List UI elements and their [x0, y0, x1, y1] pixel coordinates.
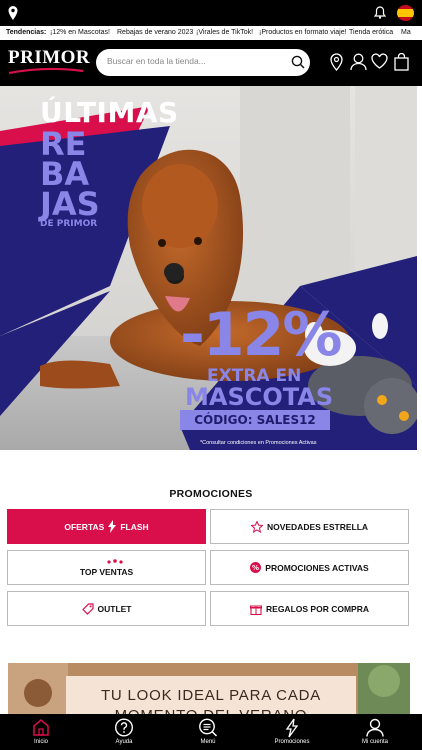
trend-link[interactable]: Rebajas de verano 2023 — [117, 26, 193, 40]
bottom-navigation: Inicio Ayuda Menú Promociones Mi cuenta — [0, 714, 422, 750]
trends-strip: Tendencias: ¡12% en Mascotas! Rebajas de… — [0, 26, 422, 40]
percent-icon: % — [250, 562, 262, 573]
summer-look-banner[interactable]: TU LOOK IDEAL PARA CADA MOMENTO DEL VERA… — [8, 663, 410, 718]
account-icon[interactable] — [350, 53, 367, 71]
top-status-bar — [0, 0, 422, 26]
home-icon — [33, 719, 49, 736]
summer-line1: TU LOOK IDEAL PARA CADA — [100, 687, 322, 704]
logo-swoosh — [8, 67, 84, 75]
location-pin-icon[interactable] — [8, 6, 18, 20]
nav-menu-label: Menú — [200, 739, 216, 745]
trend-link[interactable]: ¡Virales de TikTok! — [196, 26, 253, 40]
hero-line2: MASCOTAS — [185, 383, 334, 411]
gifts-with-purchase-button[interactable]: REGALOS POR COMPRA — [210, 591, 409, 626]
spain-flag-icon[interactable] — [397, 5, 414, 21]
hero-note: *Consultar condiciones en Promociones Ac… — [200, 440, 317, 446]
search-input[interactable]: Buscar en toda la tienda... — [107, 56, 206, 66]
gift-icon — [250, 605, 263, 615]
store-locator-icon[interactable] — [330, 53, 343, 71]
logo-text: PRIMOR — [8, 47, 91, 68]
flash-icon — [285, 718, 299, 738]
nav-account[interactable]: Mi cuenta — [340, 714, 410, 750]
nav-home[interactable]: Inicio — [6, 714, 76, 750]
nav-menu[interactable]: Menú — [173, 714, 243, 750]
search-icon[interactable] — [291, 55, 305, 69]
star-news-label: NOVEDADES ESTRELLA — [266, 521, 369, 532]
nav-home-label: Inicio — [33, 739, 48, 745]
outlet-button[interactable]: OUTLET — [7, 591, 206, 626]
nav-promotions-label: Promociones — [274, 739, 310, 745]
flash-offers-label-2: FLASH — [120, 521, 149, 532]
nav-promotions[interactable]: Promociones — [257, 714, 327, 750]
cart-icon[interactable] — [394, 53, 409, 71]
wishlist-icon[interactable] — [371, 53, 388, 69]
flash-offers-button[interactable]: OFERTAS FLASH — [7, 509, 206, 544]
top-sales-button[interactable]: TOP VENTAS — [7, 550, 206, 585]
site-header: PRIMOR Buscar en toda la tienda... — [0, 40, 422, 86]
trend-link[interactable]: Ma — [401, 26, 411, 40]
nav-help[interactable]: Ayuda — [89, 714, 159, 750]
nav-account-label: Mi cuenta — [361, 739, 388, 745]
user-icon — [366, 718, 384, 737]
flash-icon — [108, 520, 117, 533]
trend-link[interactable]: ¡Productos en formato viaje! — [259, 26, 347, 40]
hero-title-line: JAS — [40, 185, 100, 223]
trend-link[interactable]: Tienda erótica — [349, 26, 393, 40]
stars-icon — [107, 559, 123, 564]
promotions-title: PROMOCIONES — [169, 488, 253, 500]
active-promotions-label: PROMOCIONES ACTIVAS — [265, 562, 369, 573]
promo-code: CÓDIGO: SALES12 — [180, 410, 330, 430]
trend-link[interactable]: ¡12% en Mascotas! — [50, 26, 110, 40]
active-promotions-button[interactable]: % PROMOCIONES ACTIVAS — [210, 550, 409, 585]
star-icon — [250, 520, 263, 533]
trends-label: Tendencias: — [6, 29, 47, 36]
bell-icon[interactable] — [374, 6, 386, 19]
top-sales-label: TOP VENTAS — [79, 566, 134, 577]
menu-search-icon — [199, 718, 218, 737]
outlet-label: OUTLET — [97, 603, 132, 614]
hero-subtitle: DE PRIMOR — [40, 219, 98, 229]
hero-banner[interactable]: ÚLTIMAS RE BA JAS DE PRIMOR -12% EXTRA E… — [0, 86, 417, 450]
search-bar[interactable]: Buscar en toda la tienda... — [96, 49, 310, 76]
nav-help-label: Ayuda — [115, 739, 133, 745]
star-news-button[interactable]: NOVEDADES ESTRELLA — [210, 509, 409, 544]
flash-offers-label: OFERTAS — [64, 521, 105, 532]
gifts-label: REGALOS POR COMPRA — [266, 603, 369, 614]
tag-icon — [81, 602, 94, 615]
hero-discount: -12% — [180, 300, 343, 370]
summer-banner-card: TU LOOK IDEAL PARA CADA MOMENTO DEL VERA… — [66, 676, 356, 718]
svg-text:%: % — [252, 564, 259, 572]
primor-logo[interactable]: PRIMOR — [8, 47, 90, 77]
help-icon — [114, 718, 134, 737]
